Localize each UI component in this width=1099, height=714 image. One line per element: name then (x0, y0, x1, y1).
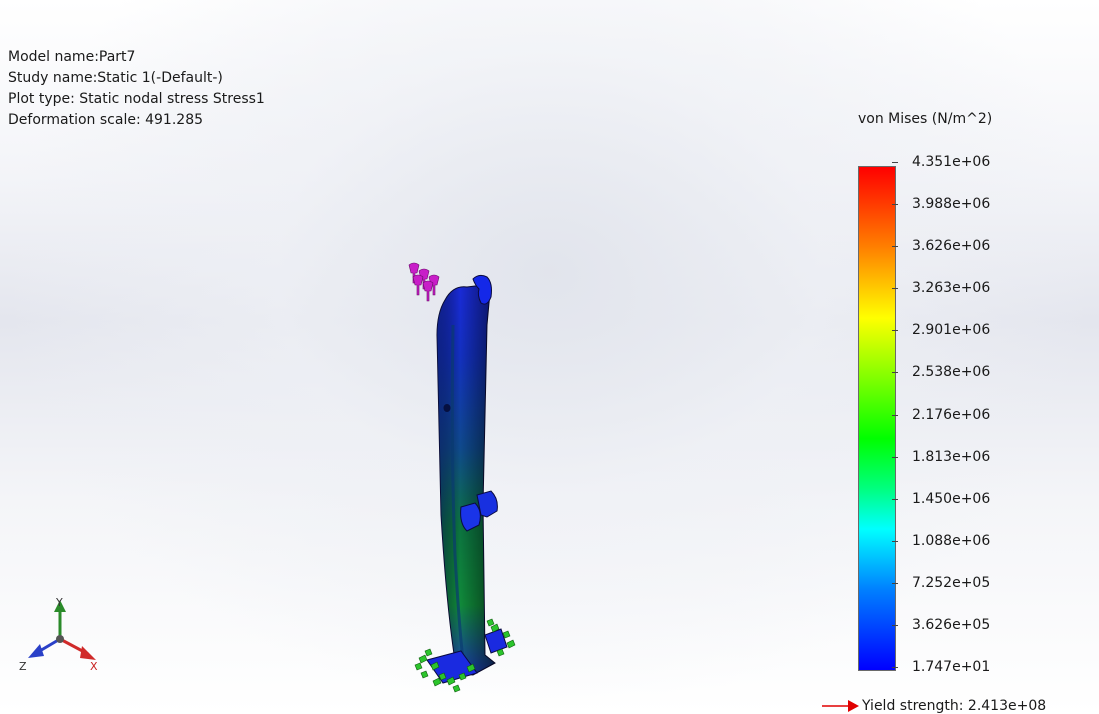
colorbar-tick (892, 246, 898, 247)
x-axis-arrow-icon (80, 646, 96, 660)
colorbar-tick-label: 1.088e+06 (912, 533, 991, 549)
colorbar-tick-label: 3.626e+05 (912, 617, 991, 633)
colorbar-tick (892, 372, 898, 373)
colorbar-tick (892, 162, 898, 163)
colorbar-tick-label: 2.901e+06 (912, 322, 991, 338)
mounting-hole (443, 404, 451, 412)
yield-strength-text: Yield strength: 2.413e+08 (862, 698, 1047, 714)
colorbar-tick-label: 4.351e+06 (912, 154, 991, 170)
colorbar-tick-label: 2.538e+06 (912, 364, 991, 380)
study-name-text: Study name:Static 1(-Default-) (8, 70, 223, 86)
yield-arrow-icon (822, 700, 859, 712)
plot-type-text: Plot type: Static nodal stress Stress1 (8, 91, 265, 107)
model-name-text: Model name:Part7 (8, 49, 136, 65)
colorbar-tick-label: 7.252e+05 (912, 575, 991, 591)
colorbar-tick (892, 499, 898, 500)
colorbar-tick (892, 415, 898, 416)
colorbar-tick-label: 1.747e+01 (912, 659, 991, 675)
colorbar-tick (892, 625, 898, 626)
z-axis-arrow-icon (28, 644, 44, 658)
colorbar-tick-label: 3.626e+06 (912, 238, 991, 254)
colorbar-tick (892, 583, 898, 584)
coordinate-triad[interactable]: Y Z X (18, 594, 108, 676)
study-info-panel: Model name:Part7 Study name:Static 1(-De… (8, 47, 265, 131)
y-axis-label: Y (55, 596, 63, 609)
stress-colorbar (858, 166, 896, 671)
legend-title: von Mises (N/m^2) (858, 111, 993, 127)
colorbar-tick (892, 204, 898, 205)
colorbar-tick-label: 1.450e+06 (912, 491, 991, 507)
colorbar-tick (892, 330, 898, 331)
stress-plot-model[interactable] (395, 255, 525, 695)
colorbar-tick (892, 667, 898, 668)
colorbar-tick (892, 457, 898, 458)
x-axis-label: X (90, 660, 98, 673)
yield-strength-indicator: Yield strength: 2.413e+08 (822, 698, 1046, 714)
colorbar-tick (892, 541, 898, 542)
deformation-scale-text: Deformation scale: 491.285 (8, 112, 204, 128)
colorbar-tick-label: 3.988e+06 (912, 196, 991, 212)
colorbar-tick-label: 1.813e+06 (912, 449, 991, 465)
colorbar-tick (892, 288, 898, 289)
colorbar-tick-label: 2.176e+06 (912, 407, 991, 423)
z-axis-label: Z (19, 660, 27, 673)
colorbar-tick-label: 3.263e+06 (912, 280, 991, 296)
load-arrows-icon (408, 262, 440, 302)
